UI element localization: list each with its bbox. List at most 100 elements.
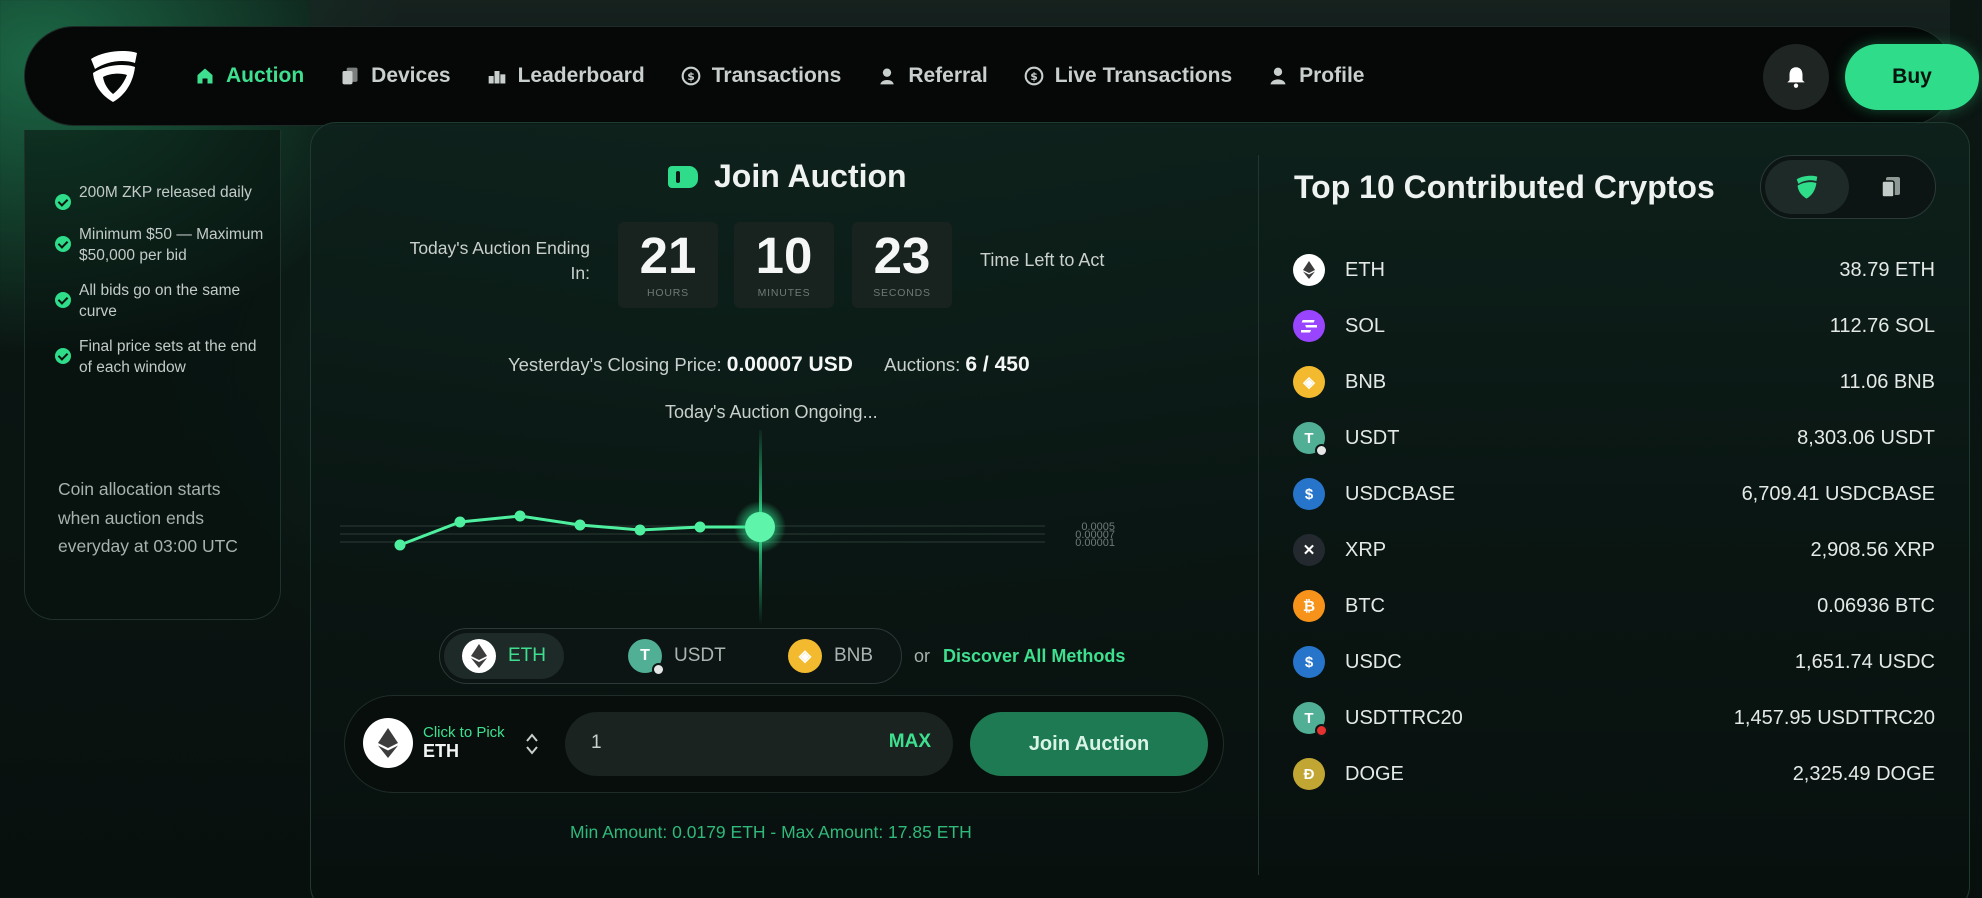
crypto-row: ETH 38.79 ETH	[1293, 253, 1935, 287]
check-icon	[55, 292, 71, 308]
tab-bnb[interactable]: ◈ BNB	[770, 633, 891, 679]
crypto-row: T USDT 8,303.06 USDT	[1293, 421, 1935, 457]
chart-point	[574, 519, 586, 531]
timer-hours-value: 21	[639, 227, 697, 284]
tab-eth[interactable]: ETH	[444, 633, 564, 679]
toggle-zkp[interactable]	[1765, 160, 1849, 214]
amount-limits: Min Amount: 0.0179 ETH - Max Amount: 17.…	[570, 822, 972, 842]
timer-minutes-label: MINUTES	[757, 287, 811, 299]
crypto-row: Đ DOGE 2,325.49 DOGE	[1293, 757, 1935, 791]
timer-minutes: 10 MINUTES	[734, 222, 834, 308]
btc-icon: ₿	[1293, 590, 1325, 622]
check-icon	[55, 236, 71, 252]
info-item: 200M ZKP released daily	[55, 182, 265, 210]
home-icon	[197, 68, 213, 84]
toggle-devices[interactable]	[1849, 160, 1933, 214]
nav-item-referral[interactable]: Referral	[877, 64, 988, 88]
dollar-coin-icon: $	[1024, 66, 1044, 86]
crypto-row: ◈ BNB 11.06 BNB	[1293, 365, 1935, 399]
auction-price-chart: 0.00050.000070.00001	[340, 430, 1115, 624]
auction-ongoing-label: Today's Auction Ongoing...	[665, 402, 878, 422]
nav-item-label: Live Transactions	[1054, 64, 1233, 87]
timer-hours-label: HOURS	[647, 287, 689, 299]
crypto-name: SOL	[1345, 314, 1386, 337]
crypto-name: USDTTRC20	[1345, 706, 1463, 729]
crypto-row: T USDTTRC20 1,457.95 USDTTRC20	[1293, 701, 1935, 737]
tab-eth-label: ETH	[508, 645, 546, 666]
crypto-name: USDT	[1345, 426, 1400, 449]
svg-text:$: $	[1030, 70, 1038, 83]
eth-icon	[363, 718, 413, 768]
top-cryptos-title: Top 10 Contributed Cryptos	[1294, 169, 1715, 205]
eth-icon	[462, 639, 496, 673]
chevron-updown-icon[interactable]	[525, 732, 539, 756]
usdt-icon: T	[1293, 422, 1328, 457]
chart-point	[394, 539, 406, 551]
chart-current-point	[745, 512, 775, 542]
user-icon	[1270, 67, 1286, 85]
crypto-amount: 6,709.41 USDCBASE	[1741, 482, 1935, 505]
eth-icon	[1293, 254, 1325, 286]
crypto-row: ✕ XRP 2,908.56 XRP	[1293, 533, 1935, 567]
buy-button[interactable]: Buy	[1845, 44, 1979, 110]
nav-item-leaderboard[interactable]: Leaderboard	[487, 64, 645, 88]
crypto-amount: 8,303.06 USDT	[1797, 426, 1935, 449]
ending-label: Today's Auction Ending In:	[409, 238, 590, 283]
nav-items: Auction Devices Leaderboard $ Transactions Re…	[195, 27, 1400, 125]
crypto-name: USDC	[1345, 650, 1402, 673]
discover-methods-link[interactable]: Discover All Methods	[943, 646, 1125, 667]
nav-item-profile[interactable]: Profile	[1268, 64, 1364, 88]
logo-icon	[1796, 175, 1818, 199]
timer-minutes-value: 10	[755, 227, 813, 284]
crypto-row: $ USDC 1,651.74 USDC	[1293, 645, 1935, 679]
amount-input[interactable]: 1 MAX	[565, 712, 953, 776]
nav-item-transactions[interactable]: $ Transactions	[681, 64, 842, 88]
sol-icon	[1293, 310, 1325, 342]
nav-item-label: Leaderboard	[517, 64, 645, 87]
crypto-name: USDCBASE	[1345, 482, 1456, 505]
chart-point	[694, 521, 706, 533]
nav-item-label: Referral	[908, 64, 988, 87]
tab-usdt[interactable]: T USDT	[610, 633, 744, 679]
bid-form: Click to Pick ETH 1 MAX Join Auction	[344, 695, 1224, 793]
timer-hours: 21 HOURS	[618, 222, 718, 308]
notifications-button[interactable]	[1763, 44, 1829, 110]
nav-item-live-transactions[interactable]: $ Live Transactions	[1024, 64, 1232, 88]
chart-point	[514, 510, 526, 522]
nav-item-label: Transactions	[711, 64, 842, 87]
dollar-coin-icon: $	[681, 66, 701, 86]
doge-icon: Đ	[1293, 758, 1325, 790]
info-item-text: 200M ZKP released daily	[79, 184, 252, 201]
max-button[interactable]: MAX	[889, 731, 931, 753]
crypto-name: XRP	[1345, 538, 1387, 561]
bnb-icon: ◈	[1293, 366, 1325, 398]
info-item-text: Minimum $50 — Maximum $50,000 per bid	[79, 226, 264, 264]
referral-icon	[880, 68, 894, 85]
amount-value[interactable]: 1	[591, 732, 602, 754]
logo-icon[interactable]	[85, 47, 143, 105]
check-icon	[55, 194, 71, 210]
nav-item-auction[interactable]: Auction	[195, 64, 304, 88]
crypto-row: $ USDCBASE 6,709.41 USDCBASE	[1293, 477, 1935, 511]
timer-seconds-label: SECONDS	[873, 287, 931, 299]
leaderboard-icon	[488, 71, 505, 84]
nav-item-devices[interactable]: Devices	[340, 64, 451, 88]
join-auction-button[interactable]: Join Auction	[970, 712, 1208, 776]
bell-icon	[1787, 67, 1805, 88]
closing-price-line: Yesterday's Closing Price: 0.00007 USD A…	[508, 353, 1030, 377]
picked-currency: ETH	[423, 741, 459, 761]
timer-seconds-value: 23	[873, 227, 931, 284]
crypto-amount: 11.06 BNB	[1839, 370, 1935, 393]
nav-item-label: Devices	[371, 64, 451, 87]
chart-point	[634, 524, 646, 536]
usdttrc20-icon: T	[1293, 702, 1328, 737]
time-left-label: Time Left to Act	[980, 250, 1105, 270]
crypto-name: BTC	[1345, 594, 1385, 617]
crypto-name: ETH	[1345, 258, 1385, 281]
chart-point	[454, 516, 466, 528]
currency-picker[interactable]: Click to Pick ETH	[363, 718, 505, 768]
devices-icon	[1881, 177, 1900, 198]
join-auction-title: Join Auction	[714, 158, 907, 194]
info-item: Final price sets at the end of each wind…	[55, 336, 265, 378]
closing-price-label: Yesterday's Closing Price:	[508, 354, 722, 375]
